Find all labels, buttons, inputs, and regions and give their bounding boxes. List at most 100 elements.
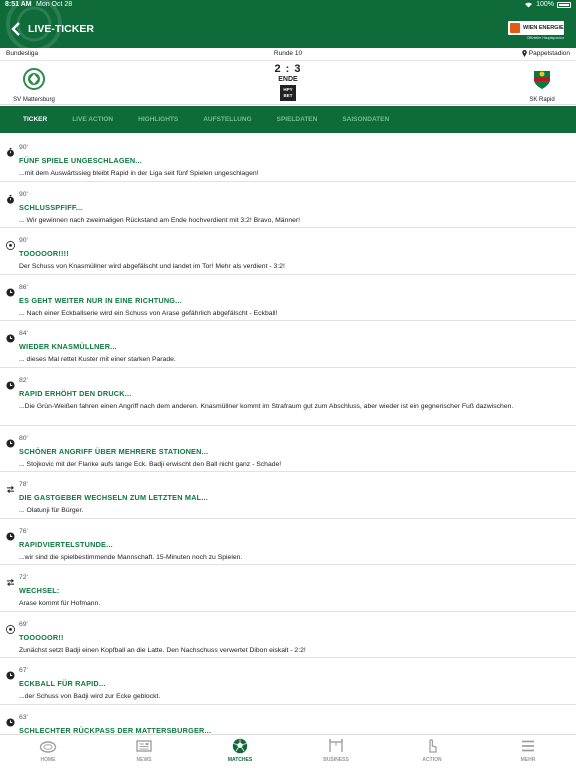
ticker-headline: ES GEHT WEITER NUR IN EINE RICHTUNG...	[19, 295, 182, 305]
ticker-entry: 67' ECKBALL FÜR RAPID... ...der Schuss von…	[0, 658, 576, 705]
business-icon	[327, 738, 345, 754]
hand-pointer-icon	[423, 738, 441, 754]
ticker-text: ... Stojkovic mit der Flanke aufs lange …	[19, 460, 282, 468]
match-scoreboard: Bundesliga Runde 10 Pappelstadion SV Mat…	[0, 48, 576, 105]
ticker-text: Der Schuss von Knasmüllner wird abgefäls…	[19, 263, 285, 270]
nav-item-label: MEHR	[520, 757, 536, 763]
ticker-minute: 90'	[19, 190, 28, 198]
ticker-feed[interactable]: 90' FÜNF SPIELE UNGESCHLAGEN... ...mit dem…	[0, 135, 576, 735]
tab-spieldaten[interactable]: SPIELDATEN	[277, 108, 318, 131]
away-team-crest-icon	[534, 71, 550, 89]
clock-icon	[6, 377, 15, 390]
ticker-entry: 90' FÜNF SPIELE UNGESCHLAGEN... ...mit dem…	[0, 135, 576, 182]
ticker-headline: FÜNF SPIELE UNGESCHLAGEN...	[19, 156, 142, 165]
newspaper-icon	[135, 738, 153, 754]
away-team[interactable]: SK Rapid	[512, 68, 572, 103]
tab-aufstellung[interactable]: AUFSTELLUNG	[203, 108, 251, 131]
ticker-headline: RAPID ERHÖHT DEN DRUCK...	[19, 388, 132, 398]
bottom-navigation: HOME NEWS MATCHES BUSINESS ACTION MEHR	[0, 734, 576, 768]
ticker-minute: 86'	[19, 283, 28, 291]
tab-live-action[interactable]: LIVE ACTION	[72, 108, 113, 131]
nav-item-mehr[interactable]: MEHR	[480, 735, 576, 768]
ticker-text: ... Nach einer Eckballserie wird ein Sch…	[19, 309, 278, 317]
ticker-headline: RAPIDVIERTELSTUNDE...	[19, 539, 113, 549]
clock-icon	[6, 330, 15, 343]
match-score: 2 : 3	[274, 63, 302, 75]
ticker-entry: 90' SCHLUSSPFIFF... ... Wir gewinnen nach …	[0, 182, 576, 228]
ticker-headline: TOOOOOR!!	[19, 632, 64, 642]
ticker-minute: 76'	[19, 527, 28, 535]
venue-name: Pappelstadion	[528, 50, 570, 57]
tab-ticker[interactable]: TICKER	[23, 108, 47, 131]
nav-item-action[interactable]: ACTION	[384, 735, 480, 768]
clock-icon	[6, 435, 15, 448]
clock-icon	[6, 284, 15, 297]
divider	[0, 60, 576, 61]
stadium-icon	[39, 738, 57, 754]
back-chevron-icon[interactable]	[10, 22, 22, 36]
ticker-headline: WIEDER KNASMÜLLNER...	[19, 342, 117, 351]
ticker-entry: 72' WECHSEL: Arase kommt für Hofmann.	[0, 565, 576, 612]
ticker-text: ... Olatunji für Bürger.	[19, 507, 84, 514]
ticker-minute: 90'	[19, 237, 28, 244]
ticker-text: ...mit dem Auswärtssieg bleibt Rapid in …	[19, 170, 259, 177]
ticker-minute: 90'	[19, 144, 28, 151]
match-tab-bar: TICKER LIVE ACTION HIGHLIGHTS AUFSTELLUN…	[0, 106, 576, 133]
ticker-text: ...wir sind die spielbestimmende Mannsch…	[19, 553, 243, 561]
substitution-icon	[6, 481, 15, 494]
clock-icon	[6, 528, 15, 541]
clock-icon	[6, 667, 15, 680]
nav-item-label: NEWS	[136, 757, 152, 763]
ticker-headline: TOOOOOR!!!!	[19, 249, 69, 258]
nav-item-news[interactable]: NEWS	[96, 735, 192, 768]
ticker-minute: 80'	[19, 434, 28, 442]
ticker-minute: 72'	[19, 574, 28, 581]
betting-sponsor-logo[interactable]: HPY BET	[280, 85, 296, 101]
ticker-entry: 80' SCHÖNER ANGRIFF ÜBER MEHRERE STATIONE…	[0, 426, 576, 472]
nav-item-business[interactable]: BUSINESS	[288, 735, 384, 768]
ticker-text: ...Die Grün-Weißen fahren einen Angriff …	[19, 402, 514, 410]
venue: Pappelstadion	[521, 50, 570, 57]
match-status: ENDE	[278, 76, 298, 83]
location-pin-icon	[521, 50, 527, 57]
football-icon	[6, 237, 15, 250]
tab-saisondaten[interactable]: SAISONDATEN	[342, 108, 389, 131]
nav-item-label: MATCHES	[227, 757, 253, 763]
ticker-minute: 84'	[19, 330, 28, 337]
battery-percent: 100%	[536, 1, 554, 8]
nav-item-home[interactable]: HOME	[0, 735, 96, 768]
ticker-headline: WECHSEL:	[19, 586, 60, 595]
ticker-minute: 69'	[19, 620, 28, 628]
menu-icon	[519, 738, 537, 754]
ticker-minute: 67'	[19, 667, 28, 674]
ticker-minute: 63'	[19, 713, 28, 721]
sponsor-logo[interactable]: WIEN ENERGIE Offizieller Hauptsponsor	[508, 21, 564, 41]
tab-highlights[interactable]: HIGHLIGHTS	[138, 108, 178, 131]
ticker-headline: DIE GASTGEBER WECHSELN ZUM LETZTEN MAL..…	[19, 493, 208, 502]
stopwatch-icon	[6, 144, 15, 157]
ticker-entry: 82' RAPID ERHÖHT DEN DRUCK... ...Die Grün-…	[0, 368, 576, 426]
ticker-text: ... Wir gewinnen nach zweimaligen Rückst…	[19, 216, 301, 224]
ticker-headline: SCHÖNER ANGRIFF ÜBER MEHRERE STATIONEN..…	[19, 446, 209, 456]
substitution-icon	[6, 574, 15, 587]
ticker-entry: 90' TOOOOOR!!!! Der Schuss von Knasmüllner…	[0, 228, 576, 275]
ticker-text: Arase kommt für Hofmann.	[19, 600, 101, 607]
ticker-text: ... dieses Mal rettet Kuster mit einer s…	[19, 356, 176, 363]
home-team-name: SV Mattersburg	[13, 97, 55, 103]
status-date: Mon Oct 28	[36, 1, 73, 8]
page-title: LIVE-TICKER	[28, 23, 94, 35]
stopwatch-icon	[6, 191, 15, 204]
football-icon	[6, 621, 15, 634]
nav-item-matches[interactable]: MATCHES	[192, 735, 288, 768]
clock-icon	[6, 714, 15, 727]
ticker-text: ...der Schuss von Badji wird zur Ecke ge…	[19, 693, 161, 700]
ticker-entry: 86' ES GEHT WEITER NUR IN EINE RICHTUNG..…	[0, 275, 576, 321]
ticker-entry: 63' SCHLECHTER RÜCKPASS DER MATTERSBURGER…	[0, 705, 576, 736]
ticker-entry: 84' WIEDER KNASMÜLLNER... ... dieses Mal r…	[0, 321, 576, 368]
wifi-icon	[525, 2, 533, 8]
ticker-entry: 69' TOOOOOR!! Zunächst setzt Badji einen K…	[0, 612, 576, 658]
ticker-headline: SCHLUSSPFIFF...	[19, 202, 83, 212]
nav-item-label: BUSINESS	[323, 757, 349, 763]
ticker-entry: 78' DIE GASTGEBER WECHSELN ZUM LETZTEN MA…	[0, 472, 576, 519]
away-team-name: SK Rapid	[529, 97, 555, 103]
